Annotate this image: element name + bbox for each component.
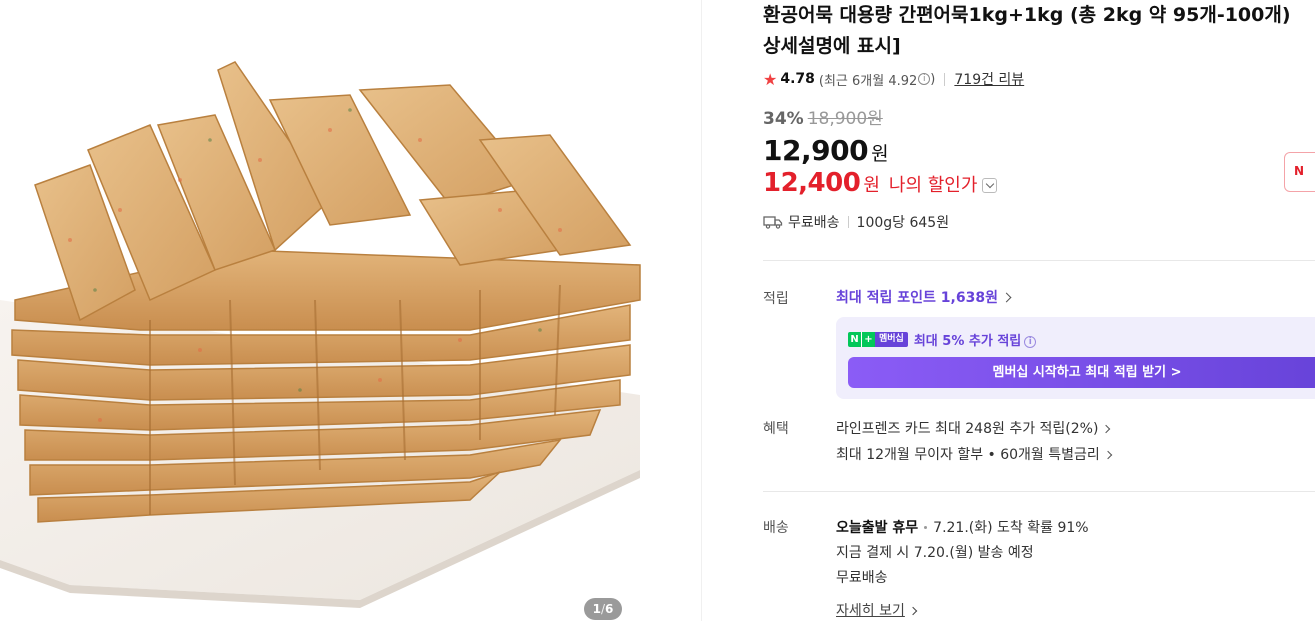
today-dispatch-status: 오늘출발 휴무	[836, 520, 919, 536]
side-badge-text: N	[1294, 164, 1305, 178]
pager-separator: /	[600, 602, 606, 616]
rating-score: 4.78	[780, 71, 815, 87]
my-discount-price-row[interactable]: 12,400 원 나의 할인가	[763, 168, 998, 198]
badge-plus: +	[861, 332, 875, 347]
dispatch-estimate: 지금 결제 시 7.20.(월) 발송 예정	[836, 545, 1034, 561]
chevron-down-icon[interactable]	[982, 178, 998, 193]
chevron-right-icon	[908, 606, 918, 616]
delivery-detail-link[interactable]: 자세히 보기	[836, 600, 918, 620]
discount-row: 34% 18,900원	[763, 104, 883, 129]
chevron-right-icon	[1102, 424, 1111, 434]
naver-plus-membership-badge: N + 멤버십	[848, 332, 908, 347]
max-points-link[interactable]: 최대 적립 포인트 1,638원	[836, 287, 1012, 307]
recent-rating-text: (최근 6개월 4.92	[818, 73, 918, 89]
rating-row: ★ 4.78 (최근 6개월 4.92 i) 719건 리뷰	[763, 68, 1024, 90]
divider-bar	[944, 72, 946, 86]
product-image-panel[interactable]: 1/6	[0, 0, 702, 621]
fish-cake-product-image	[0, 61, 641, 608]
chevron-right-icon	[1001, 292, 1012, 303]
arrival-estimate: 7.21.(화) 도착 확률 91%	[933, 520, 1089, 536]
badge-member: 멤버십	[875, 332, 908, 347]
product-title-line2: 상세설명에 표시]	[763, 35, 901, 57]
delivery-label: 배송	[763, 520, 789, 536]
recent-rating: (최근 6개월 4.92 i)	[819, 70, 935, 89]
image-pager: 1/6	[584, 598, 622, 620]
pager-total: 6	[605, 602, 614, 616]
points-label: 적립	[763, 291, 789, 307]
info-icon[interactable]: i	[1024, 336, 1037, 348]
price-row: 12,900 원	[763, 134, 889, 167]
membership-extra-points: 최대 5% 추가 적립 i	[913, 330, 1037, 349]
recent-rating-close: )	[930, 71, 936, 87]
reviews-link[interactable]: 719건 리뷰	[954, 69, 1024, 89]
start-membership-button[interactable]: 멤버십 시작하고 최대 적립 받기 >	[848, 357, 1315, 388]
shipping-row: 무료배송 100g당 645원	[763, 211, 949, 233]
benefits-label: 혜택	[763, 421, 789, 437]
delivery-status: 오늘출발 휴무 7.21.(화) 도착 확률 91%	[836, 517, 1089, 537]
info-icon[interactable]: i	[918, 73, 931, 85]
section-divider	[763, 491, 1315, 492]
section-divider	[763, 260, 1315, 261]
dot-separator	[924, 526, 928, 529]
delivery-free: 무료배송	[836, 570, 888, 586]
badge-n: N	[848, 332, 861, 347]
membership-info: N + 멤버십 최대 5% 추가 적립 i	[848, 330, 1037, 349]
max-points-text: 최대 적립 포인트	[836, 290, 936, 306]
my-discount-price: 12,400	[763, 168, 861, 198]
my-price-unit: 원	[863, 175, 880, 196]
my-discount-label: 나의 할인가	[888, 175, 978, 196]
naver-side-badge[interactable]: N	[1284, 152, 1315, 192]
product-title-line1: 환공어묵 대용량 간편어묵1kg+1kg (총 2kg 약 95개-100개)	[763, 4, 1291, 26]
pager-current: 1	[592, 602, 601, 616]
product-info-panel: 환공어묵 대용량 간편어묵1kg+1kg (총 2kg 약 95개-100개) …	[763, 0, 1315, 621]
sale-price: 12,900	[763, 134, 869, 167]
membership-box: N + 멤버십 최대 5% 추가 적립 i 멤버십 시작하고 최대 적립 받기 >	[836, 317, 1315, 399]
max-points-amount: 1,638원	[940, 290, 998, 306]
installment-benefit-link[interactable]: 최대 12개월 무이자 할부 • 60개월 특별금리	[836, 444, 1113, 464]
price-unit: 원	[871, 143, 889, 165]
divider-bar	[847, 216, 849, 228]
detail-link-text: 자세히 보기	[836, 603, 905, 619]
unit-price: 100g당 645원	[856, 215, 950, 231]
card-benefit-text: 라인프렌즈 카드 최대 248원 추가 적립(2%)	[836, 421, 1099, 437]
truck-icon	[763, 216, 783, 229]
card-benefit-link[interactable]: 라인프렌즈 카드 최대 248원 추가 적립(2%)	[836, 418, 1111, 438]
chevron-right-icon	[1103, 450, 1113, 460]
installment-benefit-text: 최대 12개월 무이자 할부 • 60개월 특별금리	[836, 447, 1100, 463]
star-icon: ★	[763, 69, 778, 89]
product-title: 환공어묵 대용량 간편어묵1kg+1kg (총 2kg 약 95개-100개) …	[763, 0, 1315, 62]
membership-extra-text: 최대 5% 추가 적립	[913, 334, 1022, 349]
discount-rate: 34%	[763, 109, 804, 129]
original-price: 18,900원	[807, 109, 883, 129]
free-shipping: 무료배송	[788, 215, 840, 231]
